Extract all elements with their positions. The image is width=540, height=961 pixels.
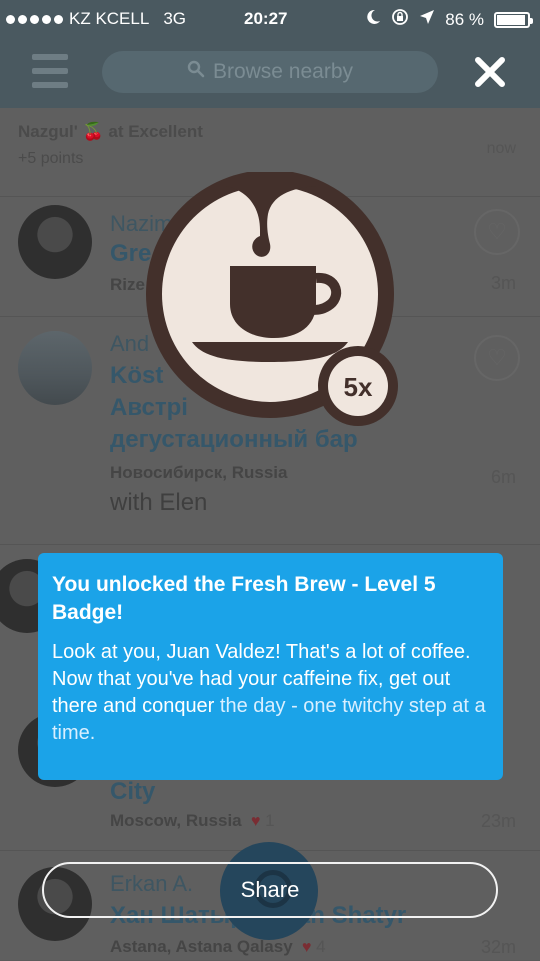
distance: 3m (490, 273, 516, 293)
location-arrow-icon (419, 9, 435, 30)
badge-unlocked-card: You unlocked the Fresh Brew - Level 5 Ba… (38, 553, 503, 780)
battery-icon (494, 11, 533, 28)
clock: 20:27 (244, 9, 288, 28)
network-type: 3G (163, 9, 186, 28)
fresh-brew-badge: 5x (134, 170, 424, 432)
like-count: 1 (265, 811, 275, 830)
share-label: Share (240, 877, 300, 902)
distance: 6m (490, 467, 516, 487)
distance: 23m (480, 811, 516, 831)
heart-icon: ♥ (246, 813, 261, 830)
recent-checkin-points: +5 points (18, 150, 84, 167)
carrier-name: KZ KCELL (69, 9, 150, 28)
venue-location: Moscow, Russia ♥ 1 (110, 811, 275, 830)
heart-icon: ♡ (487, 219, 507, 244)
like-button[interactable]: ♡ (474, 209, 520, 255)
like-button[interactable]: ♡ (474, 335, 520, 381)
recent-checkin-text: Nazgul' 🍒 at Excellent (18, 122, 203, 141)
carrier-group: KZ KCELL 3G (6, 9, 186, 29)
share-button[interactable]: Share (42, 862, 498, 918)
badge-description: Look at you, Juan Valdez! That's a lot o… (52, 641, 486, 744)
badge-title: You unlocked the Fresh Brew - Level 5 Ba… (52, 573, 436, 624)
recent-checkin-time: now (486, 140, 516, 157)
coffee-cup-badge-icon: 5x (146, 170, 398, 426)
badge-multiplier: 5x (344, 372, 373, 402)
search-placeholder: Browse nearby (212, 60, 354, 83)
heart-icon: ♡ (487, 345, 507, 370)
avatar (18, 331, 92, 405)
close-button[interactable] (470, 52, 510, 92)
avatar (18, 205, 92, 279)
signal-strength-icon (6, 14, 63, 24)
heart-icon: ♥ (297, 939, 312, 956)
rotation-lock-icon (391, 8, 409, 31)
moon-icon (365, 9, 381, 30)
search-icon (187, 60, 205, 84)
like-count: 4 (316, 937, 326, 956)
venue-location: Новосибирск, Russia (110, 463, 288, 482)
menu-icon[interactable] (32, 54, 68, 88)
with-friends: with Elen (110, 489, 208, 516)
status-icons: 86 % (365, 8, 533, 31)
distance: 32m (480, 937, 516, 957)
search-input[interactable]: Browse nearby (102, 51, 438, 93)
venue-location: Astana, Astana Qalasy ♥ 4 (110, 937, 326, 956)
status-bar: KZ KCELL 3G 20:27 86 % (0, 0, 540, 38)
venue-name: City (110, 778, 156, 805)
close-icon (475, 57, 505, 87)
app-header: Browse nearby (0, 38, 540, 108)
battery-percent: 86 % (445, 9, 484, 29)
